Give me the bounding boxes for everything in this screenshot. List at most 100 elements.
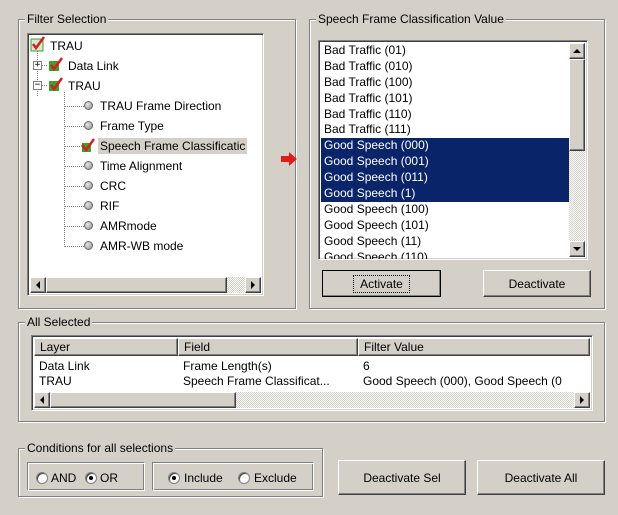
column-header-field[interactable]: Field bbox=[178, 338, 358, 356]
tree-item-label: TRAU bbox=[50, 39, 83, 53]
tree-item-trau-frame-direction[interactable]: TRAU Frame Direction bbox=[28, 96, 263, 116]
scroll-right-button[interactable] bbox=[245, 277, 261, 293]
tree-item-label: Time Alignment bbox=[100, 159, 183, 173]
value-panel-title: Speech Frame Classification Value bbox=[316, 12, 506, 26]
scroll-up-button[interactable] bbox=[569, 43, 585, 59]
list-item-label: Bad Traffic (010) bbox=[324, 58, 413, 73]
tree-horizontal-scrollbar[interactable] bbox=[30, 277, 261, 293]
dot-icon bbox=[84, 121, 93, 130]
tree-item-data-link[interactable]: + Data Link bbox=[28, 56, 263, 76]
list-item[interactable]: Bad Traffic (100) bbox=[321, 75, 569, 91]
table-cell[interactable]: 6 bbox=[358, 359, 590, 374]
or-radio-label: OR bbox=[100, 471, 118, 485]
activate-button[interactable]: Activate bbox=[322, 270, 441, 297]
list-item-label: Bad Traffic (01) bbox=[324, 43, 406, 57]
include-radio-label: Include bbox=[184, 471, 223, 485]
tree-item-label: Frame Type bbox=[100, 119, 164, 133]
list-item[interactable]: Good Speech (000) bbox=[321, 138, 569, 155]
dot-icon bbox=[84, 201, 93, 210]
table-horizontal-scrollbar[interactable] bbox=[34, 392, 590, 408]
expand-icon[interactable]: + bbox=[33, 61, 42, 70]
selected-table[interactable]: Layer Field Filter Value Data Link Frame… bbox=[31, 335, 593, 411]
tree-item-label: AMRmode bbox=[100, 219, 157, 233]
collapse-icon[interactable]: − bbox=[33, 81, 42, 90]
list-item[interactable]: Bad Traffic (010) bbox=[321, 59, 569, 75]
arrow-right-icon bbox=[580, 396, 584, 404]
deactivate-all-button[interactable]: Deactivate All bbox=[477, 460, 605, 495]
table-cell[interactable]: TRAU bbox=[34, 374, 178, 389]
tree-item-crc[interactable]: CRC bbox=[28, 176, 263, 196]
arrow-right-icon bbox=[251, 281, 255, 289]
arrow-left-icon bbox=[36, 281, 40, 289]
or-radio[interactable] bbox=[85, 472, 97, 484]
dot-icon bbox=[84, 241, 93, 250]
list-item[interactable]: Good Speech (001) bbox=[321, 154, 569, 171]
table-cell[interactable]: Data Link bbox=[34, 359, 178, 374]
list-item-label: Good Speech (011) bbox=[324, 170, 428, 185]
list-item[interactable]: Good Speech (11) bbox=[321, 234, 569, 250]
list-item[interactable]: Good Speech (011) bbox=[321, 170, 569, 187]
list-item-label: Good Speech (000) bbox=[324, 138, 429, 153]
deactivate-sel-button[interactable]: Deactivate Sel bbox=[338, 460, 466, 495]
deactivate-button[interactable]: Deactivate bbox=[483, 270, 591, 297]
scroll-left-button[interactable] bbox=[34, 392, 50, 408]
exclude-radio[interactable] bbox=[238, 472, 250, 484]
list-item[interactable]: Bad Traffic (01) bbox=[321, 43, 569, 59]
scroll-thumb[interactable] bbox=[46, 277, 227, 293]
list-item-label: Good Speech (110) bbox=[324, 249, 428, 260]
list-item-label: Bad Traffic (110) bbox=[324, 106, 412, 121]
check-icon bbox=[49, 57, 64, 72]
arrow-left-icon bbox=[40, 396, 44, 404]
list-item[interactable]: Good Speech (100) bbox=[321, 202, 569, 218]
list-item-label: Bad Traffic (100) bbox=[324, 74, 413, 89]
value-list-scrollbar[interactable] bbox=[569, 43, 585, 257]
tree-item-amr-wb-mode[interactable]: AMR-WB mode bbox=[28, 236, 263, 256]
dot-icon bbox=[84, 181, 93, 190]
include-radio[interactable] bbox=[168, 472, 180, 484]
tree-item-amrmode[interactable]: AMRmode bbox=[28, 216, 263, 236]
list-item-label: Bad Traffic (101) bbox=[324, 90, 413, 105]
table-cell[interactable]: Good Speech (000), Good Speech (0 bbox=[358, 374, 590, 389]
tree-item-label: Speech Frame Classificatic bbox=[98, 138, 248, 154]
tree-item-frame-type[interactable]: Frame Type bbox=[28, 116, 263, 136]
list-item-label: Good Speech (100) bbox=[324, 201, 429, 216]
tree-item-time-alignment[interactable]: Time Alignment bbox=[28, 156, 263, 176]
deactivate-button-label: Deactivate bbox=[508, 276, 566, 291]
tree-item-root-trau[interactable]: TRAU bbox=[28, 36, 263, 56]
list-item[interactable]: Good Speech (110) bbox=[321, 249, 569, 260]
scroll-down-button[interactable] bbox=[569, 241, 585, 257]
filter-tree[interactable]: TRAU + Data Link − TRAU TRAU Frame Direc… bbox=[27, 33, 264, 296]
table-cell[interactable]: Speech Frame Classificat... bbox=[178, 374, 358, 389]
arrow-down-icon bbox=[573, 247, 581, 251]
and-radio[interactable] bbox=[36, 472, 48, 484]
column-header-layer[interactable]: Layer bbox=[34, 338, 178, 356]
list-item-label: Good Speech (11) bbox=[324, 233, 422, 248]
list-item[interactable]: Good Speech (1) bbox=[321, 186, 569, 202]
scroll-thumb[interactable] bbox=[50, 392, 236, 408]
list-item-label: Good Speech (001) bbox=[324, 154, 429, 169]
conditions-title: Conditions for all selections bbox=[25, 441, 176, 455]
scroll-thumb[interactable] bbox=[569, 59, 585, 151]
exclude-radio-label: Exclude bbox=[254, 471, 297, 485]
scroll-right-button[interactable] bbox=[574, 392, 590, 408]
deactivate-sel-button-label: Deactivate Sel bbox=[363, 470, 441, 485]
value-list-items: Bad Traffic (01) Bad Traffic (010) Bad T… bbox=[321, 43, 569, 260]
dot-icon bbox=[84, 161, 93, 170]
value-list[interactable]: Bad Traffic (01) Bad Traffic (010) Bad T… bbox=[318, 40, 588, 260]
tree-item-label: TRAU Frame Direction bbox=[100, 99, 222, 113]
table-cell[interactable]: Frame Length(s) bbox=[178, 359, 358, 374]
tree-item-trau[interactable]: − TRAU bbox=[28, 76, 263, 96]
tree-item-label: AMR-WB mode bbox=[100, 239, 184, 253]
list-item[interactable]: Bad Traffic (110) bbox=[321, 107, 569, 123]
list-item[interactable]: Good Speech (101) bbox=[321, 218, 569, 234]
tree-item-speech-frame-classification[interactable]: Speech Frame Classificatic bbox=[28, 136, 263, 156]
filter-selection-title: Filter Selection bbox=[25, 12, 109, 26]
column-header-filter-value[interactable]: Filter Value bbox=[358, 338, 590, 356]
and-radio-label: AND bbox=[51, 471, 77, 485]
all-selected-title: All Selected bbox=[25, 315, 93, 329]
scroll-left-button[interactable] bbox=[30, 277, 46, 293]
list-item[interactable]: Bad Traffic (101) bbox=[321, 91, 569, 107]
list-item[interactable]: Bad Traffic (111) bbox=[321, 122, 569, 138]
tree-item-label: Data Link bbox=[68, 59, 119, 73]
tree-item-rif[interactable]: RIF bbox=[28, 196, 263, 216]
